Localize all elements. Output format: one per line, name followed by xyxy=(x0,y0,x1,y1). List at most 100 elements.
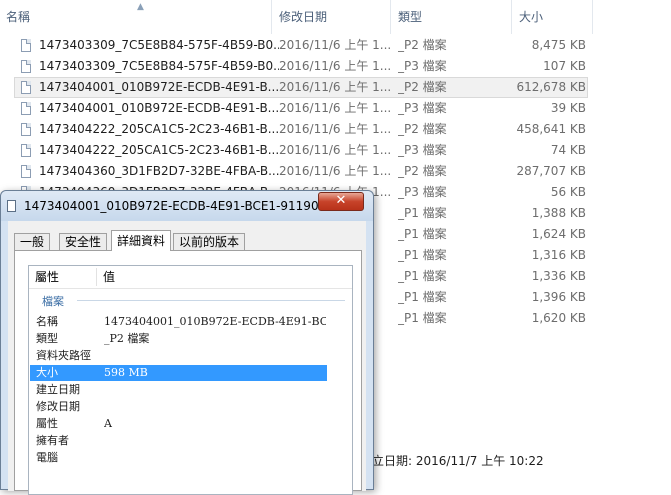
property-name: 類型 xyxy=(36,332,58,345)
file-type: _P1 檔案 xyxy=(398,311,447,325)
status-created-date: 立日期: 2016/11/7 上午 10:22 xyxy=(372,454,544,468)
file-modified-date: 2016/11/6 上午 1... xyxy=(279,122,392,136)
file-size: 56 KB xyxy=(550,185,586,199)
file-modified-date: 2016/11/6 上午 1... xyxy=(279,143,392,157)
property-row[interactable]: 屬性 A xyxy=(30,416,327,432)
column-header-size-label: 大小 xyxy=(519,10,544,24)
dialog-body: 一般 安全性 詳細資料 以前的版本 屬性 值 檔案 名稱 1473404001_0… xyxy=(8,221,366,495)
file-name: 1473403309_7C5E8B84-575F-4B59-B0... xyxy=(39,38,279,52)
property-row[interactable]: 修改日期 xyxy=(30,399,327,415)
column-header-size[interactable]: 大小 xyxy=(513,0,593,34)
property-value: _P2 檔案 xyxy=(104,332,150,345)
dialog-titlebar[interactable]: 1473404001_010B972E-ECDB-4E91-BCE1-91190… xyxy=(1,191,373,221)
file-size: 1,316 KB xyxy=(531,248,586,262)
file-icon xyxy=(21,144,31,157)
file-type: _P3 檔案 xyxy=(398,59,447,73)
file-row[interactable]: 1473404360_3D1FB2D7-32BE-4FBA-B...2016/1… xyxy=(14,161,588,182)
property-value: 598 MB xyxy=(104,366,148,379)
property-name: 修改日期 xyxy=(36,400,80,413)
file-list-header: 名稱 ▲ 修改日期 類型 大小 xyxy=(0,0,671,34)
file-size: 1,396 KB xyxy=(531,290,586,304)
property-row[interactable]: 建立日期 xyxy=(30,382,327,398)
file-type: _P3 檔案 xyxy=(398,143,447,157)
column-header-name[interactable]: 名稱 xyxy=(0,0,272,34)
tab-general[interactable]: 一般 xyxy=(14,233,51,250)
column-divider xyxy=(96,268,97,286)
file-type: _P2 檔案 xyxy=(398,164,447,178)
file-name: 1473404001_010B972E-ECDB-4E91-B... xyxy=(39,80,279,94)
file-size: 107 KB xyxy=(543,59,586,73)
file-size: 8,475 KB xyxy=(531,38,586,52)
file-icon xyxy=(7,200,16,212)
file-icon xyxy=(21,39,31,52)
property-row[interactable]: 電腦 xyxy=(30,450,327,466)
column-header-date-label: 修改日期 xyxy=(279,10,328,24)
file-modified-date: 2016/11/6 上午 1... xyxy=(279,101,392,115)
file-row[interactable]: 1473403309_7C5E8B84-575F-4B59-B0... 2016/… xyxy=(14,35,588,56)
sort-ascending-icon: ▲ xyxy=(137,2,144,12)
file-icon xyxy=(21,165,31,178)
file-row[interactable]: 1473404001_010B972E-ECDB-4E91-B... 2016/1… xyxy=(14,77,588,98)
file-modified-date: 2016/11/6 上午 1... xyxy=(279,59,392,73)
property-row[interactable]: 類型 _P2 檔案 xyxy=(30,331,327,347)
file-name: 1473404222_205CA1C5-2C23-46B1-B... xyxy=(39,143,279,157)
file-row[interactable]: 1473403309_7C5E8B84-575F-4B59-B0... 2016/… xyxy=(14,56,588,77)
property-value: A xyxy=(104,417,112,430)
column-header-type-label: 類型 xyxy=(398,10,423,24)
close-button[interactable]: ✕ xyxy=(318,192,364,211)
file-type: _P1 檔案 xyxy=(398,248,447,262)
column-header-type[interactable]: 類型 xyxy=(392,0,512,34)
property-list-header: 屬性 值 xyxy=(29,266,352,289)
property-row[interactable]: 資料夾路徑 xyxy=(30,348,327,364)
file-size: 458,641 KB xyxy=(516,122,586,136)
property-row[interactable]: 名稱 1473404001_010B972E-ECDB-4E91-BCE... xyxy=(30,314,327,330)
property-list[interactable]: 屬性 值 檔案 名稱 1473404001_010B972E-ECDB-4E91-… xyxy=(28,265,353,495)
tab-details[interactable]: 詳細資料 xyxy=(111,230,172,251)
column-header-date[interactable]: 修改日期 xyxy=(273,0,391,34)
file-name: 1473404360_3D1FB2D7-32BE-4FBA-B... xyxy=(39,164,279,178)
file-size: 74 KB xyxy=(550,143,586,157)
file-type: _P1 檔案 xyxy=(398,227,447,241)
dialog-title: 1473404001_010B972E-ECDB-4E91-BCE1-91190… xyxy=(24,199,324,213)
tab-previous-versions[interactable]: 以前的版本 xyxy=(173,233,246,250)
group-label-file: 檔案 xyxy=(42,295,64,308)
file-row[interactable]: 1473404222_205CA1C5-2C23-46B1-B... 2016/1… xyxy=(14,119,588,140)
property-value: 1473404001_010B972E-ECDB-4E91-BCE... xyxy=(104,315,326,328)
file-size: 39 KB xyxy=(550,101,586,115)
file-icon xyxy=(21,60,31,73)
property-column-header[interactable]: 屬性 xyxy=(35,266,59,288)
group-divider xyxy=(77,300,345,301)
details-panel: 屬性 值 檔案 名稱 1473404001_010B972E-ECDB-4E91-… xyxy=(14,250,362,495)
file-type: _P2 檔案 xyxy=(398,80,447,94)
file-size: 287,707 KB xyxy=(516,164,586,178)
properties-dialog: 1473404001_010B972E-ECDB-4E91-BCE1-91190… xyxy=(0,190,374,495)
file-size: 1,620 KB xyxy=(531,311,586,325)
tab-security[interactable]: 安全性 xyxy=(59,233,108,250)
file-size: 1,336 KB xyxy=(531,269,586,283)
file-icon xyxy=(21,102,31,115)
file-row[interactable]: 1473404222_205CA1C5-2C23-46B1-B... 2016/1… xyxy=(14,140,588,161)
file-type: _P1 檔案 xyxy=(398,206,447,220)
file-size: 1,624 KB xyxy=(531,227,586,241)
property-name: 資料夾路徑 xyxy=(36,349,91,362)
file-modified-date: 2016/11/6 上午 1... xyxy=(279,80,392,94)
file-name: 1473403309_7C5E8B84-575F-4B59-B0... xyxy=(39,59,279,73)
file-type: _P2 檔案 xyxy=(398,38,447,52)
file-modified-date: 2016/11/6 上午 1... xyxy=(279,164,392,178)
property-name: 擁有者 xyxy=(36,434,69,447)
file-row[interactable]: 1473404001_010B972E-ECDB-4E91-B... 2016/1… xyxy=(14,98,588,119)
file-name: 1473404222_205CA1C5-2C23-46B1-B... xyxy=(39,122,279,136)
property-name: 屬性 xyxy=(36,417,58,430)
property-name: 名稱 xyxy=(36,315,58,328)
property-name: 建立日期 xyxy=(36,383,80,396)
property-row[interactable]: 擁有者 xyxy=(30,433,327,449)
file-size: 612,678 KB xyxy=(516,80,586,94)
value-column-header[interactable]: 值 xyxy=(103,266,115,288)
file-modified-date: 2016/11/6 上午 1... xyxy=(279,38,392,52)
file-size: 1,388 KB xyxy=(531,206,586,220)
file-icon xyxy=(21,123,31,136)
file-type: _P1 檔案 xyxy=(398,290,447,304)
file-type: _P2 檔案 xyxy=(398,122,447,136)
file-type: _P3 檔案 xyxy=(398,101,447,115)
property-row[interactable]: 大小 598 MB xyxy=(30,365,327,381)
